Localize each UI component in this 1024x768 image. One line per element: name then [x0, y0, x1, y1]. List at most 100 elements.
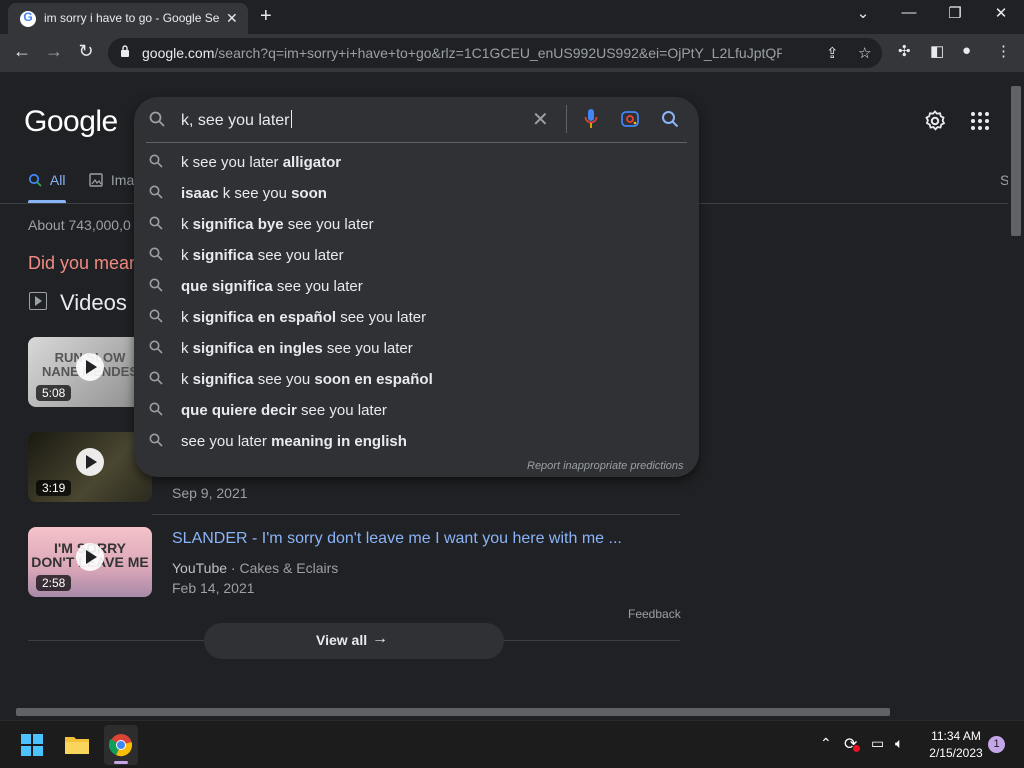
tab-all[interactable]: All: [28, 172, 65, 188]
lock-icon: [121, 45, 129, 57]
suggestion-item[interactable]: k see you later alligator: [134, 147, 699, 178]
vertical-scrollbar[interactable]: [1008, 72, 1024, 704]
suggestion-text: isaac k see you soon: [181, 185, 327, 202]
video-thumbnail[interactable]: I'M SORRY DON'T LEAVE ME 2:58: [28, 527, 152, 597]
google-apps-grid-icon[interactable]: [971, 112, 989, 130]
result-divider: [152, 514, 680, 515]
video-date: Sep 9, 2021: [172, 485, 248, 501]
video-duration: 5:08: [36, 385, 72, 401]
view-all-button[interactable]: View all →: [204, 623, 504, 659]
horizontal-scrollbar[interactable]: [0, 704, 1024, 720]
search-icon: [149, 185, 163, 199]
clear-search-icon[interactable]: ✕: [532, 107, 549, 132]
search-icon: [28, 173, 42, 187]
video-source: YouTube · Cakes & Eclairs: [172, 560, 339, 576]
restore-button[interactable]: ❐: [940, 4, 970, 22]
chrome-taskbar-button[interactable]: [104, 725, 138, 765]
url-text: google.com/search?q=im+sorry+i+have+to+g…: [142, 45, 782, 61]
notification-badge[interactable]: 1: [988, 736, 1005, 753]
tab-title: im sorry i have to go - Google Se: [44, 11, 220, 25]
suggestion-item[interactable]: k significa see you later: [134, 240, 699, 271]
close-window-button[interactable]: ✕: [986, 4, 1016, 22]
vertical-scrollbar-thumb[interactable]: [1011, 86, 1021, 236]
search-icon: [149, 278, 163, 292]
extensions-puzzle-icon[interactable]: ✣: [898, 42, 911, 60]
suggestion-item[interactable]: que quiere decir see you later: [134, 395, 699, 426]
feedback-link[interactable]: Feedback: [628, 607, 681, 621]
videos-heading: Videos: [60, 290, 127, 315]
image-icon: [89, 173, 103, 187]
reload-icon[interactable]: ↻: [74, 41, 98, 62]
video-title-link[interactable]: SLANDER - I'm sorry don't leave me I wan…: [172, 530, 622, 548]
google-lens-icon[interactable]: [620, 109, 640, 129]
search-results-page: Google All Ima S About 743,000,0 Did you…: [0, 72, 1008, 704]
search-icon: [149, 154, 163, 168]
suggestion-item[interactable]: k significa bye see you later: [134, 209, 699, 240]
microphone-icon[interactable]: [584, 108, 598, 130]
tab-images[interactable]: Ima: [89, 172, 134, 188]
suggestion-item[interactable]: k significa en español see you later: [134, 302, 699, 333]
search-submit-icon[interactable]: [661, 110, 679, 128]
active-app-indicator: [114, 761, 128, 764]
video-play-icon: [29, 292, 47, 310]
video-duration: 3:19: [36, 480, 72, 496]
suggestion-item[interactable]: k significa see you soon en español: [134, 364, 699, 395]
play-icon: [76, 448, 104, 476]
suggestion-text: que quiere decir see you later: [181, 402, 387, 419]
search-icon: [149, 111, 165, 127]
share-icon[interactable]: ⇪: [826, 44, 839, 62]
suggestion-text: k significa see you later: [181, 247, 344, 264]
did-you-mean-text: Did you mean: [28, 253, 140, 273]
browser-toolbar: ← → ↻ google.com/search?q=im+sorry+i+hav…: [0, 34, 1024, 72]
search-icon: [149, 216, 163, 230]
bookmark-star-icon[interactable]: ☆: [858, 44, 871, 62]
suggestion-item[interactable]: isaac k see you soon: [134, 178, 699, 209]
horizontal-scrollbar-thumb[interactable]: [16, 708, 890, 716]
suggestion-text: k significa en ingles see you later: [181, 340, 413, 357]
minimize-button[interactable]: —: [894, 4, 924, 21]
google-logo[interactable]: Google: [24, 105, 118, 139]
search-box-divider: [566, 105, 567, 133]
video-date: Feb 14, 2021: [172, 580, 255, 596]
profile-avatar-icon[interactable]: ●: [962, 42, 971, 59]
video-duration: 2:58: [36, 575, 72, 591]
tab-search-dropdown-icon[interactable]: ⌄: [848, 4, 878, 22]
play-icon: [76, 353, 104, 381]
new-tab-button[interactable]: +: [260, 5, 272, 28]
back-arrow-icon[interactable]: ←: [10, 41, 34, 62]
search-icon: [149, 340, 163, 354]
settings-gear-icon[interactable]: [923, 109, 947, 133]
google-favicon-icon: G: [20, 10, 36, 27]
clock-date[interactable]: 2/15/2023: [926, 746, 986, 760]
network-icon[interactable]: ▭: [871, 735, 884, 752]
windows-start-icon[interactable]: [21, 734, 43, 756]
address-bar[interactable]: google.com/search?q=im+sorry+i+have+to+g…: [108, 38, 882, 68]
report-predictions-link[interactable]: Report inappropriate predictions: [527, 460, 684, 472]
search-icon: [149, 247, 163, 261]
arrow-right-icon: →: [372, 630, 388, 647]
search-icon: [149, 309, 163, 323]
suggestion-item[interactable]: see you later meaning in english: [134, 426, 699, 457]
menu-kebab-icon[interactable]: ⋮: [996, 42, 1011, 60]
suggestion-text: k see you later alligator: [181, 154, 342, 171]
suggestion-text: k significa see you soon en español: [181, 371, 433, 388]
search-icon: [149, 433, 163, 447]
search-input[interactable]: k, see you later: [181, 110, 292, 130]
chevron-up-icon[interactable]: ⌃: [820, 735, 832, 752]
suggestion-item[interactable]: k significa en ingles see you later: [134, 333, 699, 364]
volume-icon[interactable]: 🔈︎: [895, 735, 903, 752]
forward-arrow-icon[interactable]: →: [42, 41, 66, 62]
file-explorer-icon[interactable]: [65, 734, 89, 754]
side-panel-icon[interactable]: ◧: [930, 42, 944, 60]
tab-cut-off[interactable]: S: [1000, 172, 1008, 188]
chrome-icon: [109, 734, 132, 757]
play-icon: [76, 543, 104, 571]
suggestion-item[interactable]: que significa see you later: [134, 271, 699, 302]
alert-dot-icon: [853, 745, 860, 752]
suggestions-divider: [146, 142, 687, 143]
close-tab-icon[interactable]: ✕: [226, 10, 238, 27]
clock-time[interactable]: 11:34 AM: [926, 729, 986, 743]
browser-tab[interactable]: G im sorry i have to go - Google Se ✕: [8, 3, 248, 34]
windows-taskbar: ⌃ ⟳ ▭ 🔈︎ 11:34 AM 2/15/2023 1: [0, 720, 1024, 768]
search-icon: [149, 371, 163, 385]
